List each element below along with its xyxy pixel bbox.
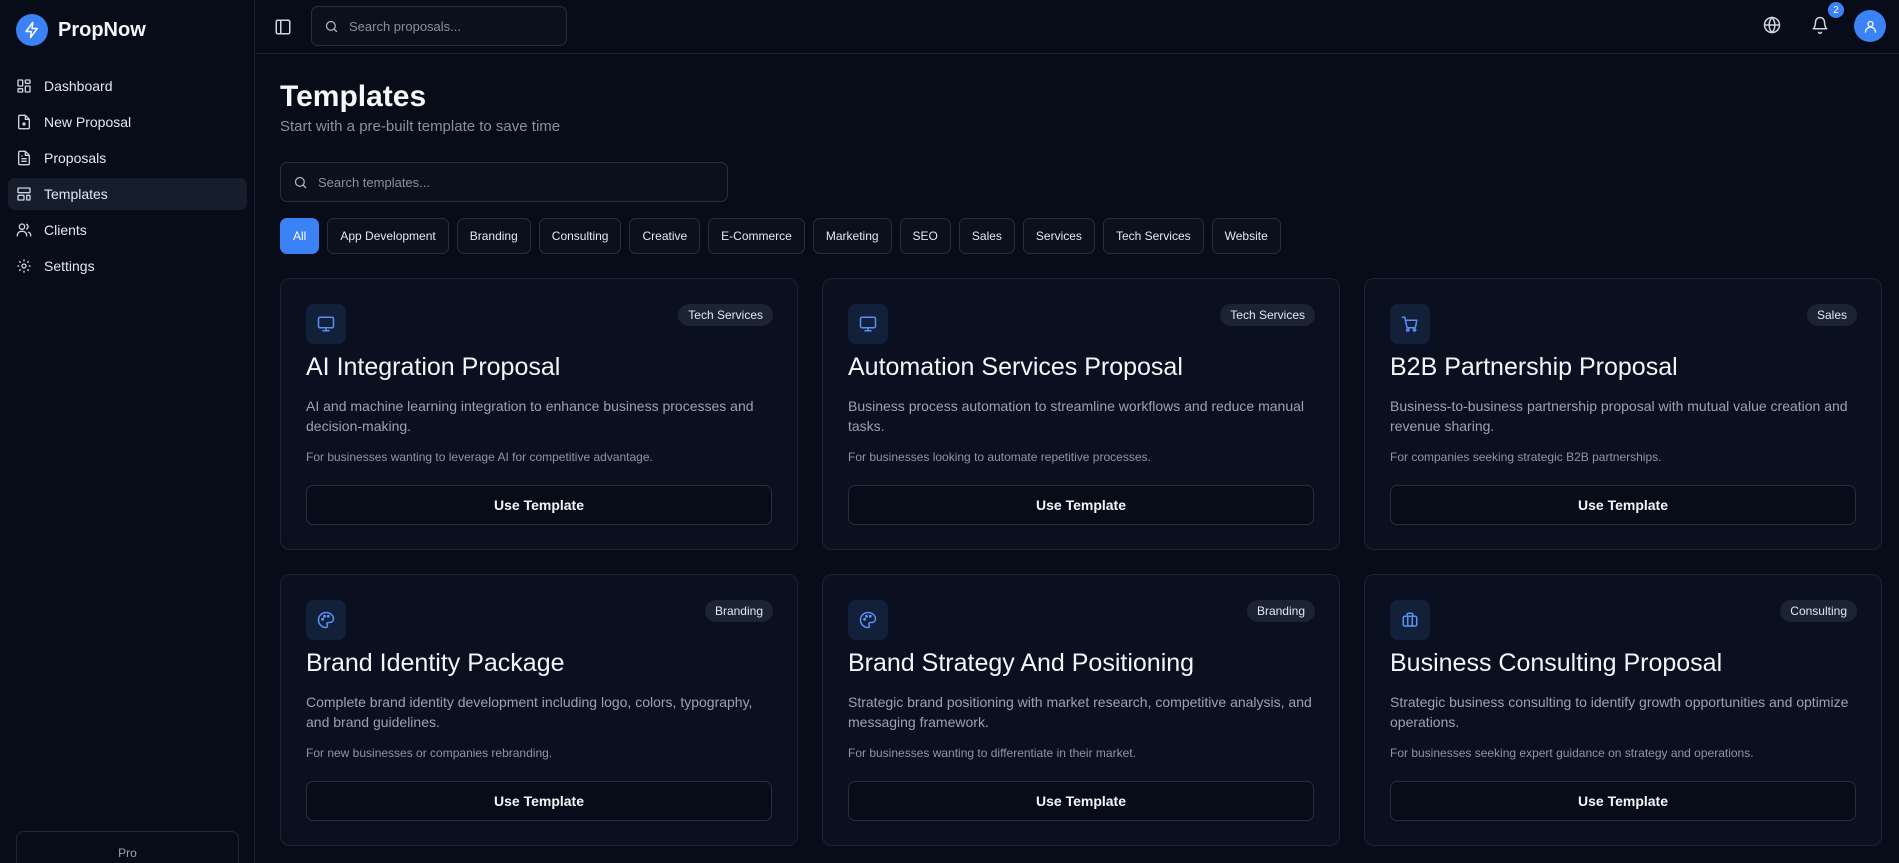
use-template-button[interactable]: Use Template [848,781,1314,821]
use-template-button[interactable]: Use Template [848,485,1314,525]
notification-count-badge: 2 [1828,2,1844,18]
template-title: Automation Services Proposal [848,353,1183,381]
template-card: Sales B2B Partnership Proposal Business-… [1364,278,1882,550]
template-title: B2B Partnership Proposal [1390,353,1678,381]
template-description: Complete brand identity development incl… [306,694,753,730]
page-subtitle: Start with a pre-built template to save … [280,118,561,135]
sidebar-item-clients[interactable]: Clients [8,214,247,246]
category-badge: Branding [1246,600,1315,622]
sidebar-toggle-icon[interactable] [274,18,292,36]
template-title: Business Consulting Proposal [1390,649,1723,677]
use-template-button[interactable]: Use Template [1390,485,1856,525]
file-text-icon [16,150,32,166]
plan-badge[interactable]: Pro [16,831,239,863]
user-icon [1863,19,1878,34]
template-card: Branding Brand Strategy And Positioning … [822,574,1340,846]
sidebar-item-label: Settings [44,258,95,274]
template-audience: For companies seeking strategic B2B part… [1390,450,1662,464]
template-search-box[interactable] [280,162,728,202]
monitor-icon [848,304,888,344]
filter-chip-sales[interactable]: Sales [958,218,1015,254]
sidebar-item-settings[interactable]: Settings [8,250,247,282]
user-avatar[interactable] [1854,10,1886,42]
sidebar-item-proposals[interactable]: Proposals [8,142,247,174]
use-template-button[interactable]: Use Template [306,485,772,525]
use-template-button[interactable]: Use Template [1390,781,1856,821]
file-plus-icon [16,114,32,130]
brand[interactable]: PropNow [16,14,146,46]
filter-chip-website[interactable]: Website [1211,218,1281,254]
template-audience: For businesses seeking expert guidance o… [1390,746,1754,760]
sidebar-item-dashboard[interactable]: Dashboard [8,70,247,102]
page-title: Templates [280,80,427,113]
filter-chip-marketing[interactable]: Marketing [812,218,892,254]
proposal-search-input[interactable] [349,18,554,34]
template-description: AI and machine learning integration to e… [306,398,754,434]
sidebar-item-label: Clients [44,222,87,238]
template-audience: For businesses wanting to differentiate … [848,746,1136,760]
template-card: Tech Services AI Integration Proposal AI… [280,278,798,550]
use-template-button[interactable]: Use Template [306,781,772,821]
plan-label: Pro [118,846,137,860]
briefcase-icon [1390,600,1430,640]
layout-template-icon [16,186,32,202]
search-icon [293,175,308,190]
sidebar-nav: Dashboard New Proposal Proposals Templat… [8,70,247,286]
filter-chip-consulting[interactable]: Consulting [538,218,622,254]
filter-chip-all[interactable]: All [280,218,320,254]
filter-chip-seo[interactable]: SEO [899,218,951,254]
template-card: Consulting Business Consulting Proposal … [1364,574,1882,846]
template-description: Strategic brand positioning with market … [848,694,1312,730]
sidebar-item-new-proposal[interactable]: New Proposal [8,106,247,138]
category-badge: Sales [1806,304,1857,326]
category-filters: All App Development Branding Consulting … [280,218,1281,254]
filter-chip-e-commerce[interactable]: E-Commerce [708,218,805,254]
topbar: 2 [256,0,1899,54]
template-title: Brand Strategy And Positioning [848,649,1195,677]
template-audience: For new businesses or companies rebrandi… [306,746,553,760]
lightning-bolt-icon [16,14,48,46]
filter-chip-tech-services[interactable]: Tech Services [1102,218,1204,254]
globe-icon[interactable] [1763,16,1781,34]
monitor-icon [306,304,346,344]
template-audience: For businesses looking to automate repet… [848,450,1151,464]
sidebar-item-templates[interactable]: Templates [8,178,247,210]
template-card: Tech Services Automation Services Propos… [822,278,1340,550]
sidebar: PropNow Dashboard New Proposal Proposals… [0,0,255,863]
template-title: Brand Identity Package [306,649,565,677]
category-badge: Tech Services [678,304,773,326]
template-title: AI Integration Proposal [306,353,561,381]
sidebar-item-label: Templates [44,186,108,202]
category-badge: Branding [704,600,773,622]
sidebar-item-label: New Proposal [44,114,132,130]
category-badge: Consulting [1780,600,1857,622]
template-description: Business process automation to streamlin… [848,398,1305,434]
sidebar-item-label: Proposals [44,150,107,166]
users-icon [16,222,32,238]
template-audience: For businesses wanting to leverage AI fo… [306,450,653,464]
dashboard-icon [16,78,32,94]
search-icon [324,19,339,34]
template-grid: Tech Services AI Integration Proposal AI… [280,278,1882,846]
proposal-search-box[interactable] [311,6,567,46]
template-description: Strategic business consulting to identif… [1390,694,1849,730]
filter-chip-services[interactable]: Services [1022,218,1095,254]
palette-icon [306,600,346,640]
template-description: Business-to-business partnership proposa… [1390,398,1848,434]
template-card: Branding Brand Identity Package Complete… [280,574,798,846]
template-search-input[interactable] [318,174,715,190]
category-badge: Tech Services [1220,304,1315,326]
shopping-cart-icon [1390,304,1430,344]
brand-name: PropNow [58,18,146,41]
filter-chip-branding[interactable]: Branding [456,218,531,254]
filter-chip-creative[interactable]: Creative [629,218,701,254]
gear-icon [16,258,32,274]
sidebar-item-label: Dashboard [44,78,113,94]
filter-chip-app-development[interactable]: App Development [327,218,449,254]
bell-icon[interactable] [1811,16,1829,34]
palette-icon [848,600,888,640]
